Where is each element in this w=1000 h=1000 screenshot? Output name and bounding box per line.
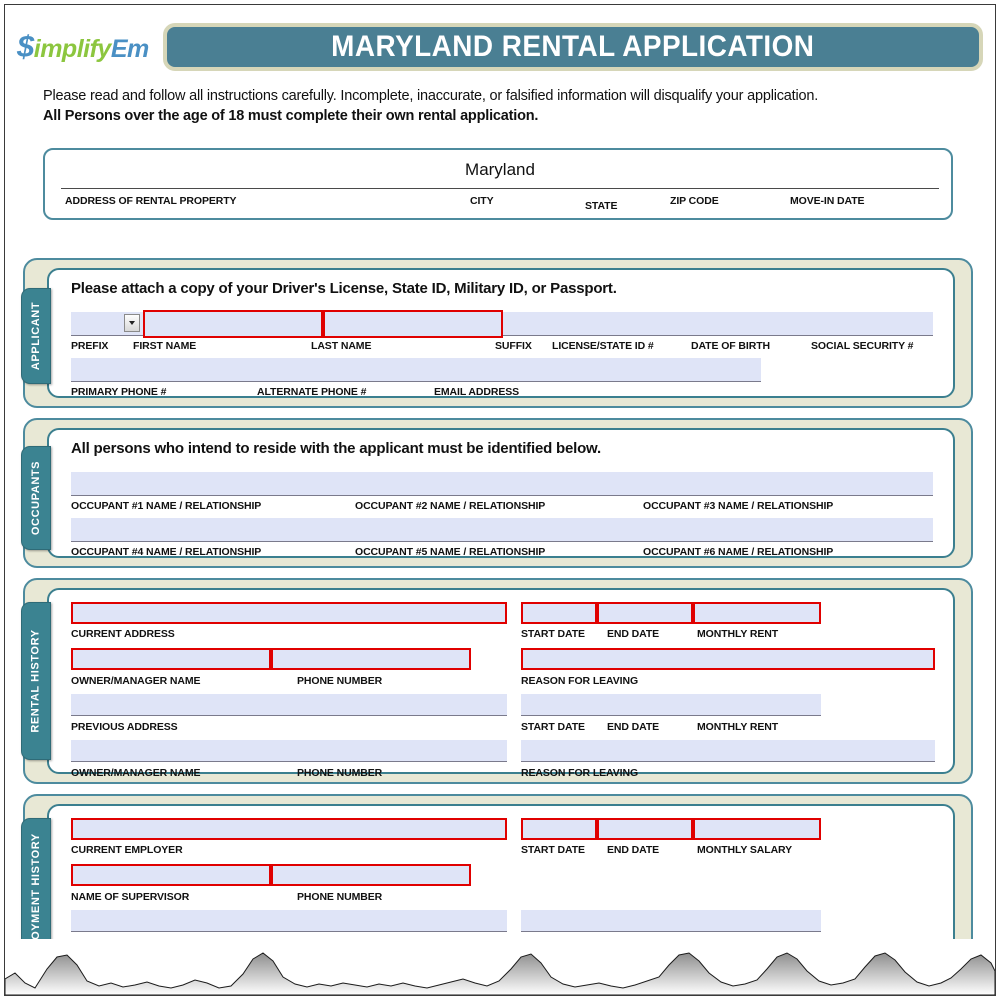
label-job-end-date-1: END DATE xyxy=(607,844,660,856)
label-zip-code: ZIP CODE xyxy=(670,195,719,207)
label-prefix: PREFIX xyxy=(71,340,109,352)
sidebar-tab-applicant-label: APPLICANT xyxy=(30,301,43,371)
label-rent-end-date-1: END DATE xyxy=(607,628,660,640)
current-supervisor-field[interactable] xyxy=(71,864,271,886)
label-monthly-salary-1: MONTHLY SALARY xyxy=(697,844,793,856)
title-banner: MARYLAND RENTAL APPLICATION xyxy=(163,23,983,71)
previous-job-dates-field[interactable] xyxy=(521,910,821,932)
label-suffix: SUFFIX xyxy=(495,340,532,352)
first-name-field[interactable] xyxy=(143,310,323,338)
current-rent-start-date-field[interactable] xyxy=(521,602,597,624)
rental-history-section: RENTAL HISTORY CURRENT ADDRESS START DAT… xyxy=(21,578,973,784)
label-occupant-2: OCCUPANT #2 NAME / RELATIONSHIP xyxy=(355,500,546,512)
rental-property-box: Maryland ADDRESS OF RENTAL PROPERTY CITY… xyxy=(43,148,953,220)
label-owner-manager-2: OWNER/MANAGER NAME xyxy=(71,767,201,779)
sidebar-tab-rental-history[interactable]: RENTAL HISTORY xyxy=(21,602,51,760)
label-occupant-4: OCCUPANT #4 NAME / RELATIONSHIP xyxy=(71,546,262,558)
current-reason-for-leaving-field[interactable] xyxy=(521,648,935,670)
label-email-address: EMAIL ADDRESS xyxy=(434,386,520,398)
address-rule xyxy=(61,188,939,189)
label-city: CITY xyxy=(470,195,494,207)
label-primary-phone: PRIMARY PHONE # xyxy=(71,386,167,398)
occupants-row1-strip[interactable] xyxy=(71,472,933,496)
current-owner-phone-field[interactable] xyxy=(271,648,471,670)
page-title: MARYLAND RENTAL APPLICATION xyxy=(331,30,815,63)
current-owner-manager-field[interactable] xyxy=(71,648,271,670)
label-first-name: FIRST NAME xyxy=(133,340,197,352)
occupants-row2-strip[interactable] xyxy=(71,518,933,542)
instructions-line-1: Please read and follow all instructions … xyxy=(43,88,819,104)
current-rent-end-date-field[interactable] xyxy=(597,602,693,624)
label-rent-start-date-2: START DATE xyxy=(521,721,585,733)
instructions-line-2: All Persons over the age of 18 must comp… xyxy=(43,108,539,124)
label-monthly-rent-1: MONTHLY RENT xyxy=(697,628,779,640)
applicant-section: APPLICANT Please attach a copy of your D… xyxy=(21,258,973,408)
sidebar-tab-applicant[interactable]: APPLICANT xyxy=(21,288,51,384)
label-owner-manager-1: OWNER/MANAGER NAME xyxy=(71,675,201,687)
label-monthly-rent-2: MONTHLY RENT xyxy=(697,721,779,733)
label-license-state-id: LICENSE/STATE ID # xyxy=(552,340,654,352)
chevron-down-icon xyxy=(129,321,135,325)
label-reason-for-leaving-2: REASON FOR LEAVING xyxy=(521,767,639,779)
logo-dollar-s: $ xyxy=(17,29,34,64)
label-job-start-date-1: START DATE xyxy=(521,844,585,856)
document-header: $implifyEm MARYLAND RENTAL APPLICATION xyxy=(5,15,995,73)
prefix-dropdown[interactable] xyxy=(124,314,140,332)
torn-paper-edge xyxy=(5,939,995,995)
label-occupant-5: OCCUPANT #5 NAME / RELATIONSHIP xyxy=(355,546,546,558)
current-supervisor-phone-field[interactable] xyxy=(271,864,471,886)
label-alternate-phone: ALTERNATE PHONE # xyxy=(257,386,367,398)
rental-history-card: CURRENT ADDRESS START DATE END DATE MONT… xyxy=(47,588,955,779)
label-rent-end-date-2: END DATE xyxy=(607,721,660,733)
document-page: $implifyEm MARYLAND RENTAL APPLICATION P… xyxy=(4,4,996,996)
label-occupant-3: OCCUPANT #3 NAME / RELATIONSHIP xyxy=(643,500,834,512)
current-job-start-date-field[interactable] xyxy=(521,818,597,840)
occupants-heading: All persons who intend to reside with th… xyxy=(71,440,601,457)
label-reason-for-leaving-1: REASON FOR LEAVING xyxy=(521,675,639,687)
label-current-employer: CURRENT EMPLOYER xyxy=(71,844,183,856)
label-owner-phone-2: PHONE NUMBER xyxy=(297,767,383,779)
label-social-security: SOCIAL SECURITY # xyxy=(811,340,914,352)
label-occupant-6: OCCUPANT #6 NAME / RELATIONSHIP xyxy=(643,546,834,558)
label-last-name: LAST NAME xyxy=(311,340,372,352)
label-state: STATE xyxy=(585,200,618,212)
label-date-of-birth: DATE OF BIRTH xyxy=(691,340,770,352)
current-job-end-date-field[interactable] xyxy=(597,818,693,840)
sidebar-tab-occupants-label: OCCUPANTS xyxy=(30,460,43,536)
logo-em: Em xyxy=(110,35,149,63)
previous-owner-manager-field[interactable] xyxy=(71,740,507,762)
occupants-section: OCCUPANTS All persons who intend to resi… xyxy=(21,418,973,568)
current-address-field[interactable] xyxy=(71,602,507,624)
state-value: Maryland xyxy=(465,160,535,179)
previous-rent-dates-field[interactable] xyxy=(521,694,821,716)
last-name-field[interactable] xyxy=(323,310,503,338)
sidebar-tab-rental-history-label: RENTAL HISTORY xyxy=(30,629,42,733)
applicant-heading: Please attach a copy of your Driver's Li… xyxy=(71,280,617,297)
sidebar-tab-occupants[interactable]: OCCUPANTS xyxy=(21,446,51,550)
logo-implify: implify xyxy=(33,35,112,63)
label-previous-address: PREVIOUS ADDRESS xyxy=(71,721,178,733)
current-employer-field[interactable] xyxy=(71,818,507,840)
previous-reason-for-leaving-field[interactable] xyxy=(521,740,935,762)
label-supervisor-1: NAME OF SUPERVISOR xyxy=(71,891,190,903)
simplifyem-logo: $implifyEm xyxy=(17,29,149,65)
applicant-card: Please attach a copy of your Driver's Li… xyxy=(47,268,955,398)
label-move-in-date: MOVE-IN DATE xyxy=(790,195,865,207)
previous-address-field[interactable] xyxy=(71,694,507,716)
label-current-address: CURRENT ADDRESS xyxy=(71,628,175,640)
instructions-block: Please read and follow all instructions … xyxy=(43,87,963,126)
applicant-row2-strip[interactable] xyxy=(71,358,761,382)
label-owner-phone-1: PHONE NUMBER xyxy=(297,675,383,687)
current-monthly-rent-field[interactable] xyxy=(693,602,821,624)
label-rent-start-date-1: START DATE xyxy=(521,628,585,640)
label-supervisor-phone-1: PHONE NUMBER xyxy=(297,891,383,903)
previous-employer-field[interactable] xyxy=(71,910,507,932)
label-occupant-1: OCCUPANT #1 NAME / RELATIONSHIP xyxy=(71,500,262,512)
current-monthly-salary-field[interactable] xyxy=(693,818,821,840)
label-address-of-rental-property: ADDRESS OF RENTAL PROPERTY xyxy=(65,195,237,207)
occupants-card: All persons who intend to reside with th… xyxy=(47,428,955,558)
